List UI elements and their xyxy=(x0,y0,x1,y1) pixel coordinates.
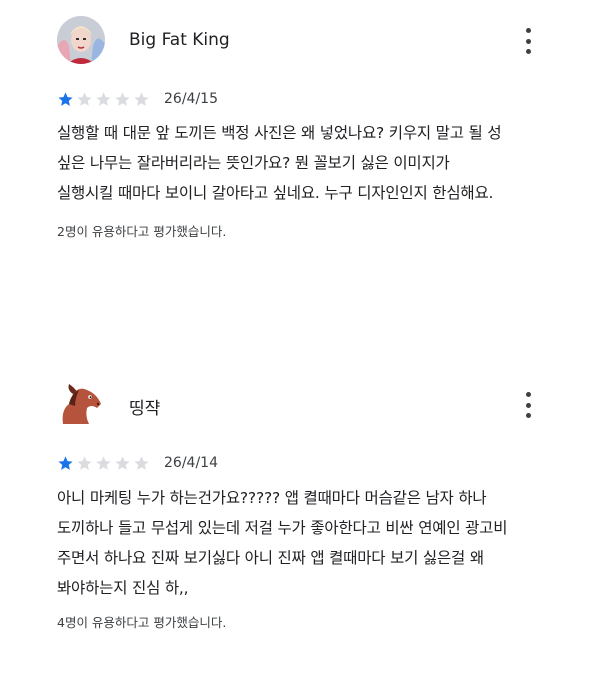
avatar[interactable] xyxy=(57,16,105,64)
review-text: 아니 마케팅 누가 하는건가요????? 앱 켤때마다 머슴같은 남자 하나 도… xyxy=(57,489,508,597)
star-icon xyxy=(96,456,111,470)
more-vert-icon xyxy=(525,28,531,33)
star-icon xyxy=(96,92,111,106)
helpful-count: 2명이 유용하다고 평가했습니다. xyxy=(57,224,227,239)
star-icon xyxy=(77,92,92,106)
review-text: 실행할 때 대문 앞 도끼든 백정 사진은 왜 넣었나요? 키우지 말고 될 성… xyxy=(57,124,502,202)
review-author: Big Fat King xyxy=(129,30,230,50)
star-icon xyxy=(134,456,149,470)
more-options-button[interactable] xyxy=(518,28,538,54)
star-rating xyxy=(57,91,150,108)
horse-avatar-icon xyxy=(62,384,101,424)
review-date: 26/4/15 xyxy=(164,91,218,107)
star-icon xyxy=(77,456,92,470)
helpful-count: 4명이 유용하다고 평가했습니다. xyxy=(57,615,227,630)
star-icon xyxy=(115,92,130,106)
star-icon xyxy=(115,456,130,470)
avatar[interactable] xyxy=(57,380,105,428)
more-vert-icon xyxy=(525,392,531,397)
star-icon xyxy=(58,92,73,106)
star-icon xyxy=(58,456,73,470)
star-rating xyxy=(57,455,150,472)
more-options-button[interactable] xyxy=(518,392,538,418)
review-date: 26/4/14 xyxy=(164,455,218,471)
star-icon xyxy=(134,92,149,106)
user-photo-avatar-icon xyxy=(57,16,105,64)
review-author: 띵쟉 xyxy=(129,399,161,419)
